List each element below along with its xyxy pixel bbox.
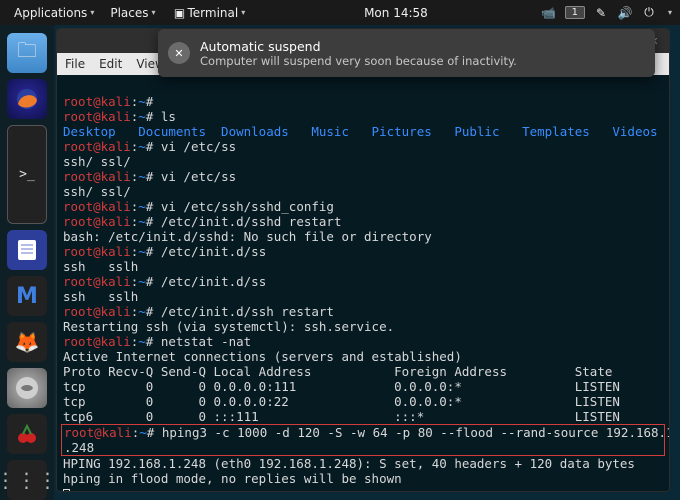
output: ssh sslh [63, 289, 138, 304]
output: Active Internet connections (servers and… [63, 349, 462, 364]
firefox-icon[interactable] [7, 79, 47, 119]
notification-body: Computer will suspend very soon because … [200, 54, 517, 68]
notification-text: Automatic suspend Computer will suspend … [200, 39, 517, 68]
kali-fox-icon[interactable]: 🦊 [7, 322, 47, 362]
output: ssh/ ssl/ [63, 184, 131, 199]
applications-menu[interactable]: Applications▾ [8, 6, 100, 20]
files-icon[interactable]: 🗀 [7, 33, 47, 73]
output: ssh/ ssl/ [63, 154, 131, 169]
notification-close-icon[interactable]: ✕ [168, 42, 190, 64]
places-label: Places [110, 6, 148, 20]
chevron-down-icon: ▾ [151, 8, 155, 17]
menu-edit[interactable]: Edit [99, 57, 122, 71]
cmd: /etc/init.d/ssh restart [161, 304, 334, 319]
notification-title: Automatic suspend [200, 39, 517, 54]
prompt: root@kali [63, 109, 131, 124]
ls-output: Desktop Documents Downloads Music Pictur… [63, 124, 658, 139]
chevron-down-icon: ▾ [241, 8, 245, 17]
wireshark-icon[interactable] [7, 368, 47, 408]
cmd: /etc/init.d/ss [161, 274, 266, 289]
output: ssh sslh [63, 259, 138, 274]
terminal-cursor [63, 489, 70, 492]
prompt: root@kali [63, 274, 131, 289]
prompt: root@kali [63, 244, 131, 259]
dock: 🗀 >_ M 🦊 ⋮⋮⋮ [0, 25, 54, 500]
metasploit-icon[interactable]: M [7, 276, 47, 316]
terminal-label: Terminal [188, 6, 239, 20]
power-icon[interactable]: ⏻ [641, 5, 657, 21]
terminal-window: – ▫ ✕ File Edit View root@kali:~# root@k… [56, 28, 670, 492]
output: tcp6 0 0 :::111 :::* LISTEN [63, 409, 620, 424]
prompt: root@kali [63, 94, 131, 109]
prompt: root@kali [63, 334, 131, 349]
chevron-down-icon: ▾ [90, 8, 94, 17]
pen-icon[interactable]: ✎ [593, 5, 609, 21]
menu-file[interactable]: File [65, 57, 85, 71]
prompt: root@kali [64, 425, 132, 440]
cmd: netstat -nat [161, 334, 251, 349]
prompt: root@kali [63, 199, 131, 214]
status-tray: 📹 1 ✎ 🔊 ⏻ ▾ [541, 5, 672, 21]
chevron-down-icon[interactable]: ▾ [668, 8, 672, 17]
cmd: vi /etc/ss [161, 169, 236, 184]
cmd-hping3: hping3 -c 1000 -d 120 -S -w 64 -p 80 --f… [162, 425, 669, 440]
cmd: vi /etc/ss [161, 139, 236, 154]
output: tcp 0 0 0.0.0.0:111 0.0.0.0:* LISTEN [63, 379, 620, 394]
workspace-indicator[interactable]: 1 [565, 6, 585, 19]
output: tcp 0 0 0.0.0.0:22 0.0.0.0:* LISTEN [63, 394, 620, 409]
camera-icon[interactable]: 📹 [541, 5, 557, 21]
cmd-ls: ls [161, 109, 176, 124]
prompt: root@kali [63, 214, 131, 229]
prompt: root@kali [63, 169, 131, 184]
cmd: /etc/init.d/sshd restart [161, 214, 342, 229]
terminal-output[interactable]: root@kali:~# root@kali:~# ls Desktop Doc… [57, 75, 669, 491]
volume-icon[interactable]: 🔊 [617, 5, 633, 21]
output: bash: /etc/init.d/sshd: No such file or … [63, 229, 432, 244]
prompt: root@kali [63, 139, 131, 154]
notification-suspend[interactable]: ✕ Automatic suspend Computer will suspen… [158, 29, 655, 77]
places-menu[interactable]: Places▾ [104, 6, 161, 20]
clock[interactable]: Mon 14:58 [358, 6, 434, 20]
top-panel: Applications▾ Places▾ ▣ Terminal▾ Mon 14… [0, 0, 680, 25]
cmd: /etc/init.d/ss [161, 244, 266, 259]
applications-label: Applications [14, 6, 87, 20]
terminal-icon[interactable]: >_ [7, 125, 47, 224]
terminal-small-icon: ▣ [172, 5, 188, 21]
output: hping in flood mode, no replies will be … [63, 471, 402, 486]
cmd: vi /etc/ssh/sshd_config [161, 199, 334, 214]
show-apps-icon[interactable]: ⋮⋮⋮ [7, 460, 47, 500]
prompt: root@kali [63, 304, 131, 319]
output: Restarting ssh (via systemctl): ssh.serv… [63, 319, 394, 334]
cmd-hping3-cont: .248 [64, 440, 94, 455]
highlighted-command: root@kali:~# hping3 -c 1000 -d 120 -S -w… [61, 424, 665, 456]
terminal-app-menu[interactable]: ▣ Terminal▾ [166, 5, 252, 21]
prompt-path: ~ [138, 94, 146, 109]
notes-icon[interactable] [7, 230, 47, 270]
output: HPING 192.168.1.248 (eth0 192.168.1.248)… [63, 456, 635, 471]
cherrytree-icon[interactable] [7, 414, 47, 454]
output: Proto Recv-Q Send-Q Local Address Foreig… [63, 364, 612, 379]
